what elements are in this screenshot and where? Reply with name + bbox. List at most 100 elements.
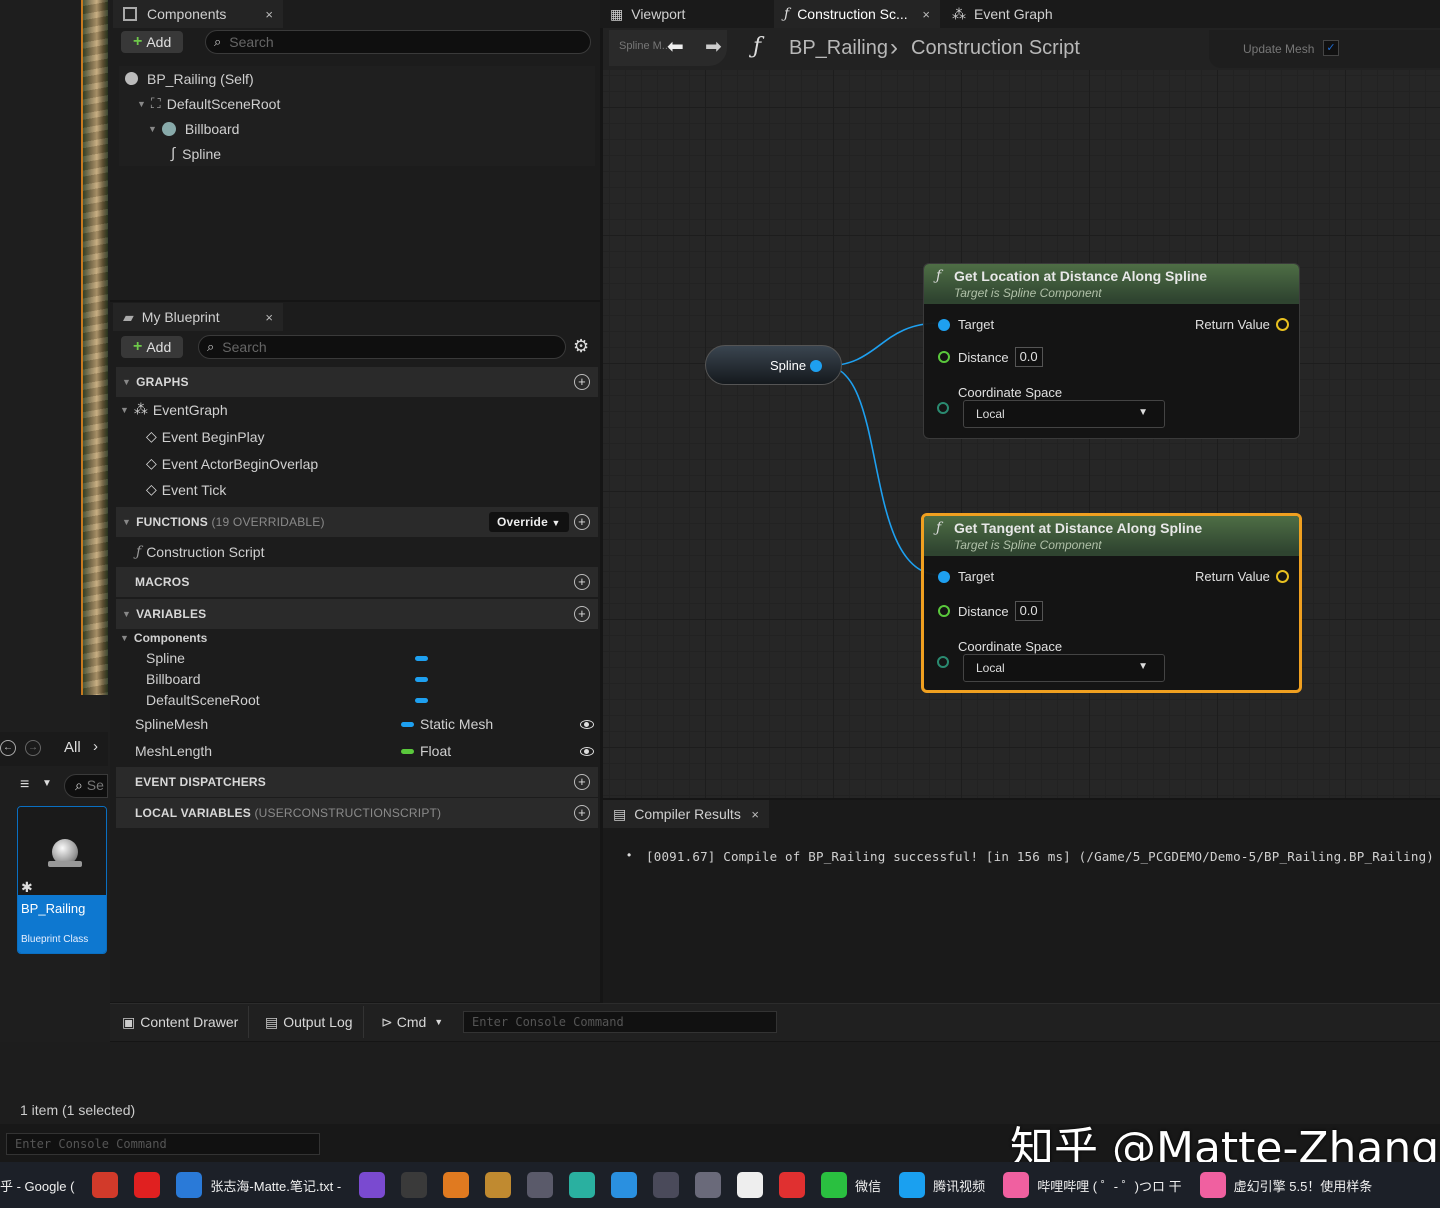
content-drawer-button[interactable]: ▣ Content Drawer <box>112 1006 250 1038</box>
return-value-pin[interactable]: Return Value <box>1195 569 1289 584</box>
taskbar-item[interactable] <box>393 1172 435 1198</box>
section-local-variables[interactable]: LOCAL VARIABLES (USERCONSTRUCTIONSCRIPT)… <box>116 798 598 828</box>
expand-arrow-icon[interactable]: ▼ <box>120 405 129 415</box>
distance-pin[interactable]: Distance 0.0 <box>938 347 1043 367</box>
variable-type-float[interactable]: Float <box>401 743 451 759</box>
output-pin[interactable] <box>810 360 822 372</box>
breadcrumb-root[interactable]: BP_Railing <box>789 37 888 60</box>
graph-item-eventgraph[interactable]: ▼ ⁂ EventGraph <box>120 401 228 418</box>
taskbar-item[interactable] <box>477 1172 519 1198</box>
variable-group-components[interactable]: ▼ Components <box>120 631 207 645</box>
blueprint-search-input[interactable]: ⌕ Search <box>198 335 566 359</box>
tab-event-graph[interactable]: ⁂ Event Graph <box>942 0 1102 28</box>
tree-item-spline[interactable]: ∫ Spline <box>119 141 595 166</box>
close-icon[interactable]: × <box>922 7 930 22</box>
chevron-down-icon[interactable]: ▼ <box>42 778 52 789</box>
taskbar-item[interactable]: 虚幻引擎 5.5！使用样条 <box>1192 1172 1383 1198</box>
variable-item-spline[interactable]: Spline <box>146 650 185 666</box>
taskbar-item[interactable] <box>351 1172 393 1198</box>
section-functions[interactable]: ▼ FUNCTIONS (19 OVERRIDABLE) Override ▼ + <box>116 507 598 537</box>
expand-arrow-icon[interactable]: ▼ <box>137 99 146 109</box>
function-item-construction-script[interactable]: ƒ Construction Script <box>136 544 264 560</box>
taskbar-item[interactable] <box>687 1172 729 1198</box>
override-dropdown[interactable]: Override ▼ <box>489 512 569 532</box>
section-macros[interactable]: MACROS + <box>116 567 598 597</box>
back-arrow-icon[interactable]: ⬅ <box>667 34 684 59</box>
back-icon[interactable]: ← <box>0 740 16 756</box>
add-variable-icon[interactable]: + <box>574 606 590 622</box>
taskbar-item[interactable]: 哔哩哔哩 ( ゜- ゜)つロ 干 <box>995 1172 1191 1198</box>
cmd-dropdown[interactable]: ⊳ Cmd ▼ <box>371 1006 453 1038</box>
collapse-arrow-icon[interactable]: ▼ <box>122 517 131 527</box>
update-mesh-checkbox[interactable]: ✓ <box>1323 40 1339 56</box>
taskbar-item[interactable]: 乎 - Google ( <box>0 1176 84 1195</box>
filter-icon[interactable]: ≡ <box>20 776 29 794</box>
distance-pin[interactable]: Distance 0.0 <box>938 601 1043 621</box>
spline-variable-node[interactable]: Spline <box>705 345 842 385</box>
coordinate-space-dropdown[interactable]: Local ▼ <box>963 400 1165 428</box>
chevron-right-icon[interactable]: › <box>93 738 98 755</box>
coordinate-space-dropdown[interactable]: Local ▼ <box>963 654 1165 682</box>
get-location-node[interactable]: ƒ Get Location at Distance Along Spline Ta… <box>923 263 1300 439</box>
taskbar-item[interactable] <box>435 1172 477 1198</box>
get-tangent-node[interactable]: ƒ Get Tangent at Distance Along Spline Tar… <box>921 513 1302 693</box>
add-component-button[interactable]: + Add <box>121 31 184 53</box>
distance-input[interactable]: 0.0 <box>1014 347 1043 367</box>
taskbar-item[interactable] <box>126 1172 168 1198</box>
tree-item-self[interactable]: BP_Railing (Self) <box>119 66 595 91</box>
console-command-input[interactable]: Enter Console Command <box>463 1011 777 1033</box>
components-search-input[interactable]: ⌕ Search <box>205 30 591 54</box>
pin-icon[interactable] <box>937 656 949 668</box>
taskbar-item[interactable] <box>645 1172 687 1198</box>
add-function-icon[interactable]: + <box>574 514 590 530</box>
expand-arrow-icon[interactable]: ▼ <box>148 124 157 134</box>
variable-item-meshlength[interactable]: MeshLength <box>135 743 212 759</box>
add-dispatcher-icon[interactable]: + <box>574 774 590 790</box>
add-macro-icon[interactable]: + <box>574 574 590 590</box>
gear-icon[interactable]: ⚙ <box>573 336 589 357</box>
taskbar-item[interactable]: 张志海-Matte.笔记.txt - <box>168 1172 351 1198</box>
add-local-variable-icon[interactable]: + <box>574 805 590 821</box>
target-pin[interactable]: Target <box>938 317 994 332</box>
tab-construction-script[interactable]: ƒ Construction Sc... × <box>774 0 940 28</box>
taskbar-item[interactable] <box>603 1172 645 1198</box>
section-graphs[interactable]: ▼ GRAPHS + <box>116 367 598 397</box>
pin-icon[interactable] <box>937 402 949 414</box>
asset-tile-bp-railing[interactable]: ✱ BP_Railing Blueprint Class <box>17 806 107 954</box>
tree-item-billboard[interactable]: ▼ Billboard <box>119 116 595 141</box>
graph-item-tick[interactable]: ◇ Event Tick <box>146 481 226 498</box>
graph-item-actorbeginoverlap[interactable]: ◇ Event ActorBeginOverlap <box>146 455 318 472</box>
taskbar-item[interactable] <box>519 1172 561 1198</box>
distance-input[interactable]: 0.0 <box>1014 601 1043 621</box>
add-member-button[interactable]: + Add <box>121 336 184 358</box>
tab-viewport[interactable]: ▦ Viewport <box>600 0 770 28</box>
tab-my-blueprint[interactable]: ▰ My Blueprint × <box>113 303 283 331</box>
collapse-arrow-icon[interactable]: ▼ <box>122 609 131 619</box>
graph-item-beginplay[interactable]: ◇ Event BeginPlay <box>146 428 265 445</box>
output-log-button[interactable]: ▤ Output Log <box>255 1006 364 1038</box>
section-variables[interactable]: ▼ VARIABLES + <box>116 599 598 629</box>
expand-arrow-icon[interactable]: ▼ <box>120 633 129 643</box>
tree-item-defaultsceneroot[interactable]: ▼ ⛶ DefaultSceneRoot <box>119 91 595 116</box>
taskbar-item[interactable] <box>84 1172 126 1198</box>
forward-arrow-icon[interactable]: ➡ <box>705 34 722 59</box>
taskbar-item[interactable]: 腾讯视频 <box>891 1172 995 1198</box>
add-graph-icon[interactable]: + <box>574 374 590 390</box>
variable-item-splinemesh[interactable]: SplineMesh <box>135 716 208 732</box>
path-all[interactable]: All <box>64 739 81 756</box>
taskbar-item[interactable] <box>729 1172 771 1198</box>
forward-icon[interactable]: → <box>25 740 41 756</box>
eye-icon[interactable] <box>580 720 594 729</box>
taskbar-item[interactable] <box>561 1172 603 1198</box>
breadcrumb-leaf[interactable]: Construction Script <box>911 37 1080 60</box>
console-command-input-2[interactable]: Enter Console Command <box>6 1133 320 1155</box>
close-icon[interactable]: × <box>265 7 273 22</box>
tab-compiler-results[interactable]: ▤ Compiler Results × <box>603 800 769 828</box>
content-search[interactable]: ⌕ Se <box>64 774 108 798</box>
variable-type-static-mesh[interactable]: Static Mesh <box>401 716 493 732</box>
target-pin[interactable]: Target <box>938 569 994 584</box>
return-value-pin[interactable]: Return Value <box>1195 317 1289 332</box>
variable-item-defaultsceneroot[interactable]: DefaultSceneRoot <box>146 692 260 708</box>
taskbar-item[interactable]: 微信 <box>813 1172 891 1198</box>
tab-components[interactable]: Components × <box>113 0 283 28</box>
